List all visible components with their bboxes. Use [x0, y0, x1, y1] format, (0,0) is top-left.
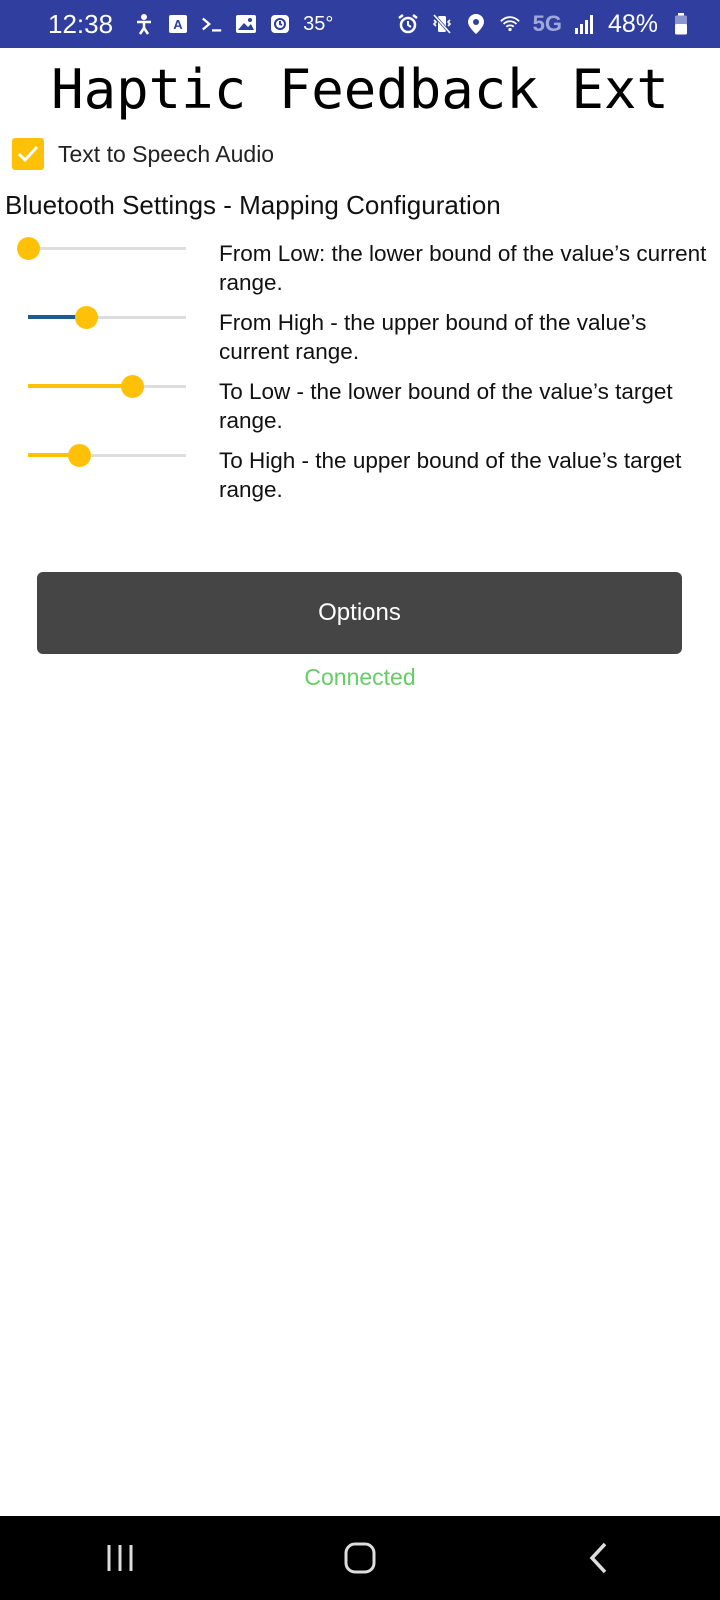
back-button[interactable] [570, 1528, 630, 1588]
battery-percent: 48% [607, 9, 658, 38]
slider-thumb[interactable] [75, 306, 99, 329]
slider-track [28, 247, 186, 250]
tts-label: Text to Speech Audio [58, 140, 275, 167]
alarm-icon [397, 13, 419, 35]
status-right-group: 5G 48% [397, 10, 692, 39]
text-app-icon: A [167, 13, 189, 35]
tts-checkbox-row[interactable]: Text to Speech Audio [12, 138, 274, 170]
recent-apps-icon [107, 1545, 133, 1571]
to-low-slider[interactable] [28, 373, 186, 399]
app-title: Haptic Feedback Ext [51, 58, 669, 121]
slider-thumb[interactable] [17, 237, 40, 260]
to-high-label: To High - the upper bound of the value’s… [219, 448, 682, 502]
signal-icon [574, 13, 596, 35]
wifi-icon [499, 13, 521, 35]
from-high-slider[interactable] [28, 304, 186, 330]
slider-thumb[interactable] [67, 444, 91, 467]
home-icon [344, 1542, 376, 1574]
clock-app-icon [269, 13, 291, 35]
network-type-text: 5G [532, 11, 562, 36]
status-time: 12:38 [48, 8, 114, 39]
svg-text:A: A [173, 17, 183, 32]
accessibility-icon [133, 13, 155, 35]
temperature-text: 35° [303, 12, 334, 35]
from-low-label: From Low: the lower bound of the value’s… [219, 241, 707, 295]
home-button[interactable] [330, 1528, 390, 1588]
back-icon [589, 1542, 607, 1574]
status-bar: 12:38 A 35° 5G 48% [0, 0, 720, 48]
recent-apps-button[interactable] [90, 1528, 150, 1588]
status-left-group: 12:38 A 35° [48, 9, 333, 40]
navigation-bar [0, 1516, 720, 1600]
terminal-icon [201, 13, 223, 35]
slider-fill [28, 384, 133, 388]
tts-checkbox[interactable] [12, 138, 44, 170]
section-title: Bluetooth Settings - Mapping Configurati… [5, 190, 501, 220]
from-low-slider[interactable] [17, 235, 186, 261]
gallery-icon [235, 13, 257, 35]
checkmark-icon [17, 145, 39, 163]
vibrate-mute-icon [431, 13, 453, 35]
slider-thumb[interactable] [121, 375, 145, 398]
options-button[interactable]: Options [37, 572, 682, 654]
to-high-slider[interactable] [28, 442, 186, 468]
battery-icon [670, 13, 692, 35]
to-low-label: To Low - the lower bound of the value’s … [219, 379, 673, 433]
location-icon [465, 13, 487, 35]
from-high-label: From High - the upper bound of the value… [219, 310, 647, 364]
connection-status: Connected [304, 664, 416, 690]
